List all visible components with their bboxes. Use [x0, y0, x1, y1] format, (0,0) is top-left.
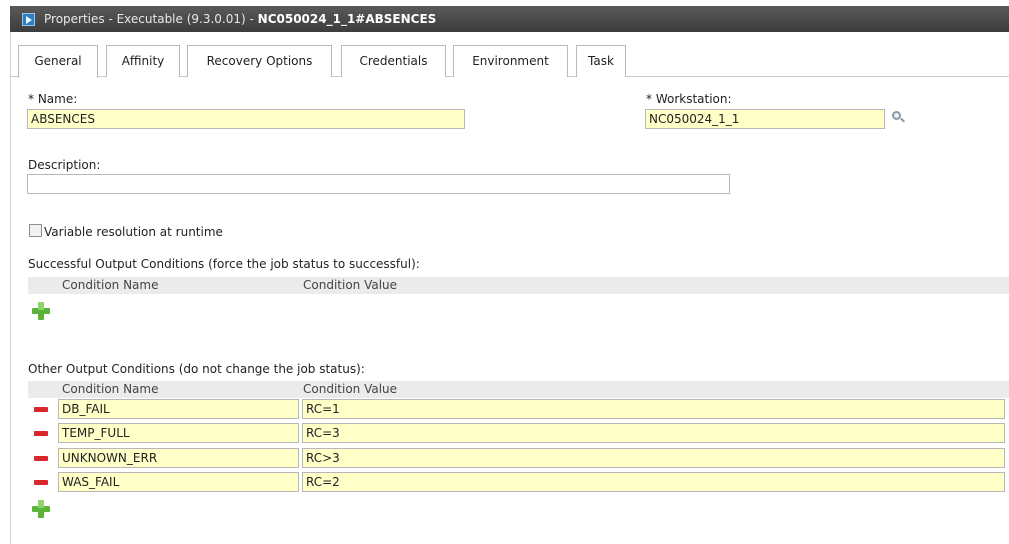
tab-bar: General Affinity Recovery Options Creden…	[10, 32, 1009, 78]
other-conditions-heading: Other Output Conditions (do not change t…	[28, 362, 365, 376]
description-label: Description:	[28, 158, 101, 172]
remove-icon[interactable]	[34, 407, 48, 412]
search-icon[interactable]	[892, 111, 905, 124]
condition-value-field[interactable]: RC>3	[302, 448, 1005, 468]
tab-general-label: General	[34, 54, 82, 68]
variable-resolution-checkbox[interactable]	[29, 224, 42, 237]
other-col-name: Condition Name	[62, 382, 159, 396]
condition-value-field[interactable]: RC=2	[302, 472, 1005, 492]
successful-col-name: Condition Name	[62, 278, 159, 292]
tab-affinity[interactable]: Affinity	[106, 45, 180, 77]
frame-border	[10, 32, 11, 544]
tab-general[interactable]: General	[18, 45, 98, 78]
condition-name-field[interactable]: TEMP_FULL	[58, 423, 299, 443]
tab-affinity-label: Affinity	[121, 54, 165, 68]
window-title-job: NC050024_1_1#ABSENCES	[257, 12, 437, 26]
successful-conditions-header: Condition Name Condition Value	[28, 277, 1009, 294]
other-conditions-header: Condition Name Condition Value	[28, 381, 1009, 398]
name-field[interactable]: ABSENCES	[27, 109, 465, 129]
successful-conditions-heading: Successful Output Conditions (force the …	[28, 257, 420, 271]
condition-name-field[interactable]: UNKNOWN_ERR	[58, 448, 299, 468]
play-icon	[22, 13, 35, 26]
add-icon[interactable]	[31, 499, 51, 519]
tab-recovery-options[interactable]: Recovery Options	[187, 45, 332, 77]
tab-environment[interactable]: Environment	[453, 45, 568, 77]
remove-icon[interactable]	[34, 480, 48, 485]
window-title-bar: Properties - Executable (9.3.0.01) - NC0…	[10, 6, 1009, 32]
condition-name-field[interactable]: WAS_FAIL	[58, 472, 299, 492]
tab-environment-label: Environment	[472, 54, 549, 68]
description-field[interactable]	[27, 174, 730, 194]
condition-value-field[interactable]: RC=1	[302, 399, 1005, 419]
other-col-value: Condition Value	[303, 382, 398, 396]
variable-resolution-label: Variable resolution at runtime	[44, 225, 223, 239]
name-label: * Name:	[28, 92, 78, 106]
tab-task[interactable]: Task	[576, 45, 626, 77]
remove-icon[interactable]	[34, 456, 48, 461]
condition-name-field[interactable]: DB_FAIL	[58, 399, 299, 419]
add-icon[interactable]	[31, 301, 51, 321]
tab-credentials[interactable]: Credentials	[341, 45, 446, 77]
tab-credentials-label: Credentials	[359, 54, 428, 68]
workstation-field[interactable]: NC050024_1_1	[645, 109, 885, 129]
tab-task-label: Task	[588, 54, 614, 68]
workstation-label: * Workstation:	[646, 92, 732, 106]
tab-recovery-options-label: Recovery Options	[206, 54, 313, 68]
window-title-prefix: Properties - Executable (9.3.0.01) -	[44, 12, 258, 26]
successful-col-value: Condition Value	[303, 278, 398, 292]
condition-value-field[interactable]: RC=3	[302, 423, 1005, 443]
remove-icon[interactable]	[34, 431, 48, 436]
